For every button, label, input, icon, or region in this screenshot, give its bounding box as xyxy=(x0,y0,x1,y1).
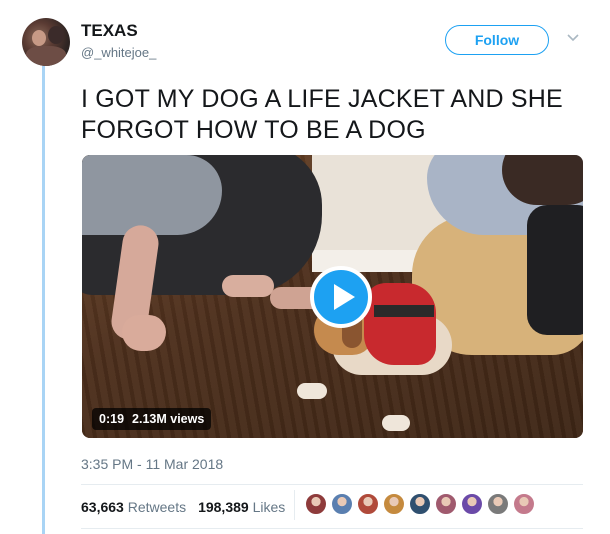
video-stats-badge: 0:19 2.13M views xyxy=(92,408,212,430)
retweets-stat[interactable]: 63,663 Retweets xyxy=(81,499,186,515)
stats-divider xyxy=(294,490,295,520)
video-views: 2.13M views xyxy=(132,412,205,426)
liker-avatar[interactable] xyxy=(331,493,353,515)
video-duration: 0:19 xyxy=(99,412,125,426)
liker-avatar[interactable] xyxy=(435,493,457,515)
video-player[interactable]: 0:19 2.13M views xyxy=(82,155,583,438)
play-button[interactable] xyxy=(310,266,372,328)
thread-line xyxy=(42,66,45,534)
avatar[interactable] xyxy=(22,18,70,66)
tweet-text: I GOT MY DOG A LIFE JACKET AND SHE FORGO… xyxy=(81,85,563,144)
follow-button[interactable]: Follow xyxy=(445,25,549,55)
user-handle[interactable]: @_whitejoe_ xyxy=(81,45,156,60)
likes-stat[interactable]: 198,389 Likes xyxy=(198,499,285,515)
display-name[interactable]: TEXAS xyxy=(81,21,138,41)
liker-avatar[interactable] xyxy=(409,493,431,515)
likes-count: 198,389 xyxy=(198,499,249,515)
liker-avatar[interactable] xyxy=(357,493,379,515)
likes-label: Likes xyxy=(252,499,286,515)
divider xyxy=(81,528,583,529)
tweet-stats: 63,663 Retweets 198,389 Likes xyxy=(81,499,285,515)
play-icon xyxy=(333,284,355,310)
chevron-down-icon[interactable] xyxy=(566,33,580,43)
liker-avatar[interactable] xyxy=(513,493,535,515)
tweet-timestamp[interactable]: 3:35 PM - 11 Mar 2018 xyxy=(81,456,223,472)
retweets-label: Retweets xyxy=(127,499,187,515)
liker-avatar[interactable] xyxy=(461,493,483,515)
retweets-count: 63,663 xyxy=(81,499,124,515)
liker-avatar[interactable] xyxy=(305,493,327,515)
liker-avatar[interactable] xyxy=(487,493,509,515)
divider xyxy=(81,484,583,485)
liker-avatars xyxy=(305,493,535,515)
liker-avatar[interactable] xyxy=(383,493,405,515)
